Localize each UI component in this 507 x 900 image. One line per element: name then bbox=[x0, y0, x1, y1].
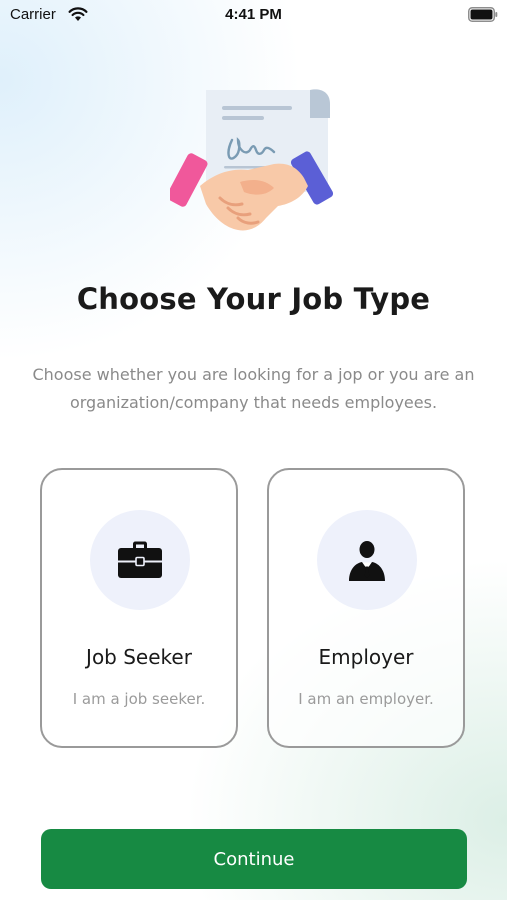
page-title: Choose Your Job Type bbox=[76, 282, 431, 316]
employer-title: Employer bbox=[318, 645, 414, 669]
job-seeker-icon-circle bbox=[90, 510, 190, 610]
job-type-screen: Carrier 4:41 PM Choose Your Job Type Cho… bbox=[0, 0, 507, 900]
employer-description: I am an employer. bbox=[298, 690, 434, 708]
status-time: 4:41 PM bbox=[225, 6, 282, 23]
job-seeker-title: Job Seeker bbox=[86, 645, 192, 669]
continue-button[interactable]: Continue bbox=[41, 829, 467, 889]
job-seeker-description: I am a job seeker. bbox=[72, 690, 206, 708]
battery-icon bbox=[468, 7, 498, 22]
handshake-contract-illustration bbox=[170, 89, 334, 231]
status-bar: Carrier 4:41 PM bbox=[0, 0, 507, 30]
employer-icon-circle bbox=[317, 510, 417, 610]
job-seeker-card[interactable]: Job Seeker I am a job seeker. bbox=[40, 468, 238, 748]
businessman-icon bbox=[349, 541, 385, 581]
employer-card[interactable]: Employer I am an employer. bbox=[267, 468, 465, 748]
briefcase-icon bbox=[118, 541, 162, 578]
page-subtitle: Choose whether you are looking for a jop… bbox=[32, 365, 475, 412]
